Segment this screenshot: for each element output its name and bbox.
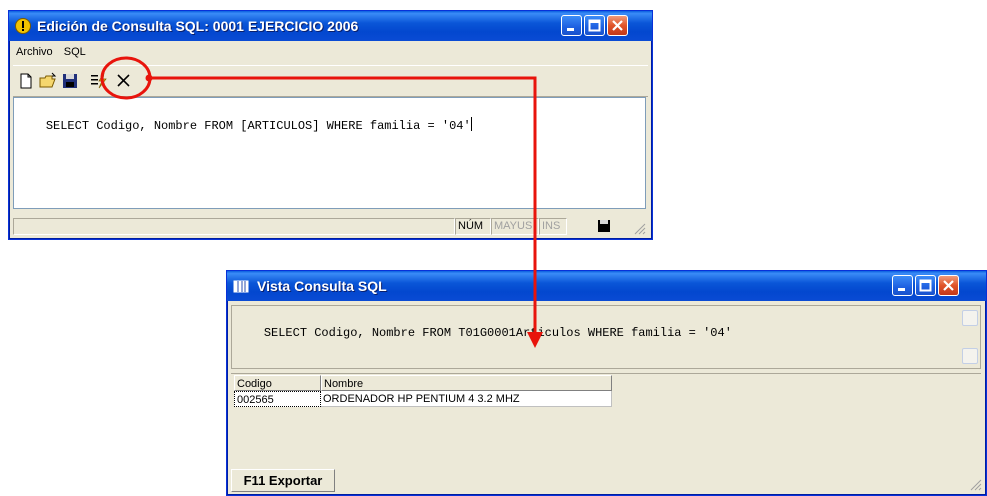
arrow-head-icon [527, 332, 543, 348]
connector-line [150, 76, 537, 335]
annotation-overlay [100, 56, 543, 348]
highlight-circle [100, 56, 152, 100]
